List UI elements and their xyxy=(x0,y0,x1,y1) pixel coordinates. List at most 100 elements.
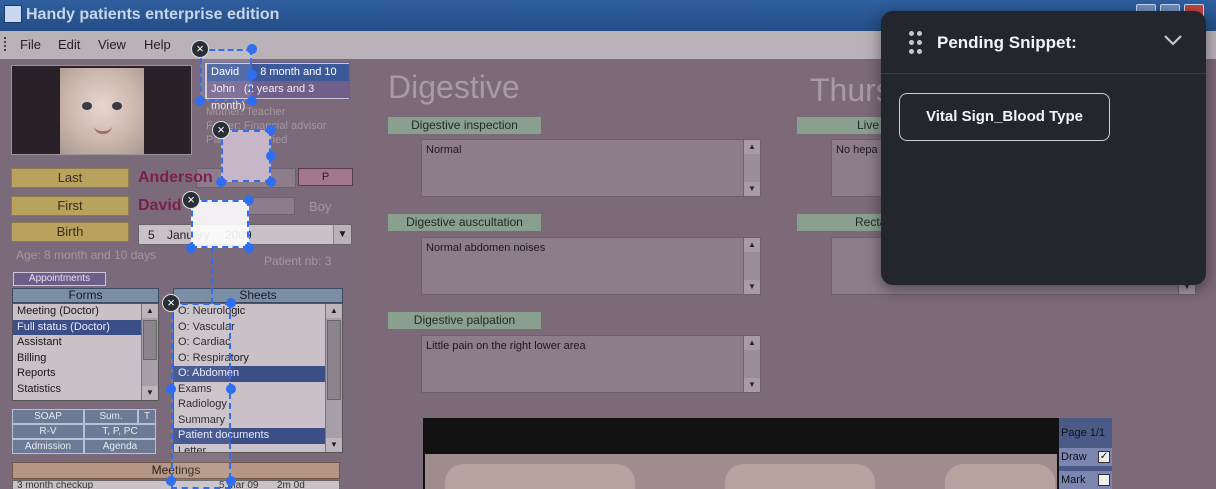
last-name-value: Anderson xyxy=(138,169,213,186)
soap-button[interactable]: SOAP xyxy=(12,409,84,424)
toolbar-grip-icon xyxy=(4,37,8,51)
selection-box-photo-detail[interactable] xyxy=(221,130,271,182)
resize-handle[interactable] xyxy=(226,298,236,308)
resize-handle[interactable] xyxy=(226,384,236,394)
snippet-title: Pending Snippet: xyxy=(937,33,1077,52)
auscultation-textarea[interactable]: Normal abdomen noises ▲ ▼ xyxy=(421,237,761,295)
app-icon xyxy=(4,5,22,23)
scroll-down-icon[interactable]: ▼ xyxy=(744,280,760,294)
checkmark-icon[interactable]: ✓ xyxy=(1098,451,1110,463)
sheets-header: Sheets xyxy=(173,288,343,303)
birth-label: Birth xyxy=(11,222,129,242)
selection-box-sheets[interactable] xyxy=(171,303,231,489)
resize-handle[interactable] xyxy=(247,44,257,54)
gender-value: Boy xyxy=(309,199,332,214)
resize-handle[interactable] xyxy=(247,96,257,106)
snippet-header[interactable]: Pending Snippet: xyxy=(881,11,1206,74)
document-image xyxy=(423,418,1059,489)
palpation-textarea[interactable]: Little pain on the right lower area ▲ ▼ xyxy=(421,335,761,393)
resize-handle[interactable] xyxy=(266,151,276,161)
scroll-up-icon[interactable]: ▲ xyxy=(326,304,342,318)
checkbox-icon[interactable] xyxy=(1098,474,1110,486)
date-title: Thurs xyxy=(810,72,892,108)
scroll-thumb[interactable] xyxy=(327,320,341,400)
list-item[interactable]: Full status (Doctor) xyxy=(13,319,158,335)
list-item[interactable]: Billing xyxy=(13,351,158,367)
resize-handle[interactable] xyxy=(186,243,196,253)
resize-handle[interactable] xyxy=(226,476,236,486)
close-icon[interactable]: × xyxy=(212,121,230,139)
first-name-value: David xyxy=(138,197,182,214)
scroll-down-icon[interactable]: ▼ xyxy=(326,438,342,452)
sheets-scrollbar[interactable]: ▲ ▼ xyxy=(325,304,342,452)
sum-button[interactable]: Sum. xyxy=(84,409,138,424)
resize-handle[interactable] xyxy=(266,125,276,135)
chevron-down-icon[interactable] xyxy=(1163,33,1183,47)
list-item[interactable]: Statistics xyxy=(13,382,158,398)
draw-toggle[interactable]: Draw ✓ xyxy=(1059,448,1112,466)
pending-snippet-panel: Pending Snippet: Vital Sign_Blood Type xyxy=(881,11,1206,285)
resize-handle[interactable] xyxy=(216,177,226,187)
list-item[interactable]: Assistant xyxy=(13,335,158,351)
scroll-up-icon[interactable]: ▲ xyxy=(744,140,760,154)
list-item[interactable]: Meeting (Doctor) xyxy=(13,304,158,320)
page-panel: Page 1/1 Draw ✓ Mark xyxy=(1059,418,1112,489)
resize-handle[interactable] xyxy=(166,384,176,394)
drag-handle-icon[interactable] xyxy=(909,31,923,55)
scroll-up-icon[interactable]: ▲ xyxy=(142,304,158,318)
p-button[interactable]: P xyxy=(298,168,353,186)
inspection-textarea[interactable]: Normal ▲ ▼ xyxy=(421,139,761,197)
scroll-down-icon[interactable]: ▼ xyxy=(744,378,760,392)
appointments-button[interactable]: Appointments xyxy=(13,272,106,286)
resize-handle[interactable] xyxy=(166,476,176,486)
forms-scrollbar[interactable]: ▲ ▼ xyxy=(141,304,158,400)
resize-handle[interactable] xyxy=(244,195,254,205)
close-icon[interactable]: × xyxy=(182,191,200,209)
resize-handle[interactable] xyxy=(247,70,257,80)
selection-connector xyxy=(211,248,213,304)
admission-button[interactable]: Admission xyxy=(12,439,84,454)
sheet-title: Digestive xyxy=(388,69,520,105)
first-name-label: First xyxy=(11,196,129,216)
menu-help[interactable]: Help xyxy=(144,37,171,52)
page-indicator: Page 1/1 xyxy=(1061,427,1106,439)
selection-box-birth[interactable] xyxy=(191,200,249,248)
scroll-up-icon[interactable]: ▲ xyxy=(744,336,760,350)
selection-box-family[interactable] xyxy=(200,49,252,101)
age-text: Age: 8 month and 10 days xyxy=(16,248,157,262)
patient-number: Patient nb: 3 xyxy=(264,254,332,268)
tppc-button[interactable]: T, P, PC xyxy=(84,424,156,439)
close-icon[interactable]: × xyxy=(162,294,180,312)
resize-handle[interactable] xyxy=(195,96,205,106)
window-title: Handy patients enterprise edition xyxy=(26,6,280,23)
section-label: Digestive auscultation xyxy=(388,214,541,231)
forms-list[interactable]: Meeting (Doctor) Full status (Doctor) As… xyxy=(12,303,159,401)
menu-file[interactable]: File xyxy=(20,37,41,52)
section-label: Live xyxy=(797,117,887,134)
t-button[interactable]: T xyxy=(138,409,156,424)
baby-photo xyxy=(60,68,144,154)
mother-info: Mother: Teacher xyxy=(206,106,286,118)
scroll-thumb[interactable] xyxy=(143,320,157,360)
scroll-up-icon[interactable]: ▲ xyxy=(744,238,760,252)
mark-toggle[interactable]: Mark xyxy=(1059,471,1112,489)
agenda-button[interactable]: Agenda xyxy=(84,439,156,454)
rv-button[interactable]: R-V xyxy=(12,424,84,439)
resize-handle[interactable] xyxy=(266,177,276,187)
menu-view[interactable]: View xyxy=(98,37,126,52)
section-label: Digestive inspection xyxy=(388,117,541,134)
forms-header: Forms xyxy=(12,288,159,303)
snippet-chip[interactable]: Vital Sign_Blood Type xyxy=(899,93,1110,141)
chevron-down-icon[interactable]: ▼ xyxy=(333,225,351,244)
scroll-down-icon[interactable]: ▼ xyxy=(744,182,760,196)
list-item[interactable]: Reports xyxy=(13,366,158,382)
birth-day: 5 xyxy=(148,228,155,242)
last-name-label: Last xyxy=(11,168,129,188)
menu-edit[interactable]: Edit xyxy=(58,37,80,52)
section-label: Digestive palpation xyxy=(388,312,541,329)
patient-photo xyxy=(11,65,192,155)
close-icon[interactable]: × xyxy=(191,40,209,58)
resize-handle[interactable] xyxy=(244,243,254,253)
scroll-down-icon[interactable]: ▼ xyxy=(142,386,158,400)
section-label: Recta xyxy=(797,214,887,231)
